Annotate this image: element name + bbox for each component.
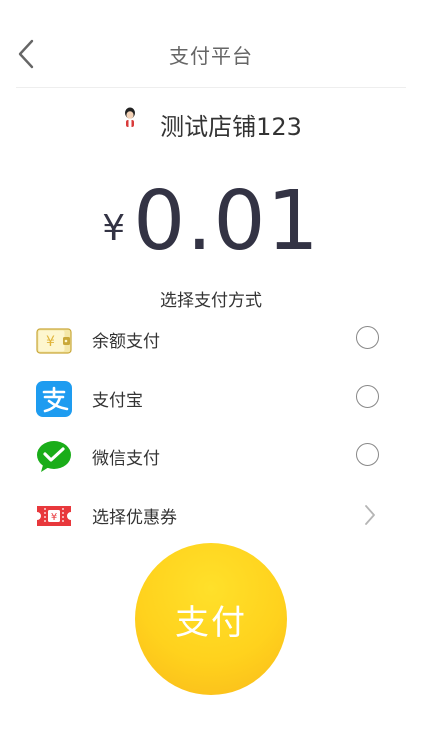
currency-symbol: ¥	[102, 208, 126, 249]
shop-info: 测试店铺123	[0, 106, 422, 142]
chevron-right-icon	[365, 505, 375, 525]
payment-option-alipay[interactable]: 支付宝	[0, 372, 422, 424]
payment-option-balance[interactable]: ¥ 余额支付	[0, 313, 422, 365]
alipay-icon	[36, 381, 72, 417]
header-divider	[16, 87, 406, 88]
radio-button[interactable]	[356, 385, 379, 408]
pay-button-label: 支付	[175, 602, 247, 643]
radio-button[interactable]	[356, 443, 379, 466]
payment-option-label: 支付宝	[92, 391, 143, 411]
coupon-label: 选择优惠券	[92, 508, 177, 528]
wallet-icon: ¥	[36, 328, 72, 354]
payment-amount: 0.01	[133, 174, 320, 269]
wechat-pay-icon	[37, 441, 71, 472]
payment-option-label: 微信支付	[92, 449, 160, 469]
header: 支付平台	[0, 0, 422, 88]
amount-display: ¥ 0.01	[0, 168, 422, 263]
shop-avatar-icon	[125, 107, 136, 127]
svg-text:¥: ¥	[46, 334, 55, 350]
shop-name: 测试店铺123	[160, 112, 302, 141]
page-title: 支付平台	[169, 44, 253, 68]
coupon-icon: ¥	[37, 506, 71, 526]
radio-button[interactable]	[356, 326, 379, 349]
payment-option-wechat[interactable]: 微信支付	[0, 430, 422, 482]
payment-method-heading: 选择支付方式	[160, 291, 262, 311]
coupon-selector[interactable]: ¥ 选择优惠券	[0, 489, 422, 541]
svg-text:¥: ¥	[51, 512, 57, 523]
pay-button[interactable]: 支付	[135, 543, 287, 695]
payment-option-label: 余额支付	[92, 332, 160, 352]
